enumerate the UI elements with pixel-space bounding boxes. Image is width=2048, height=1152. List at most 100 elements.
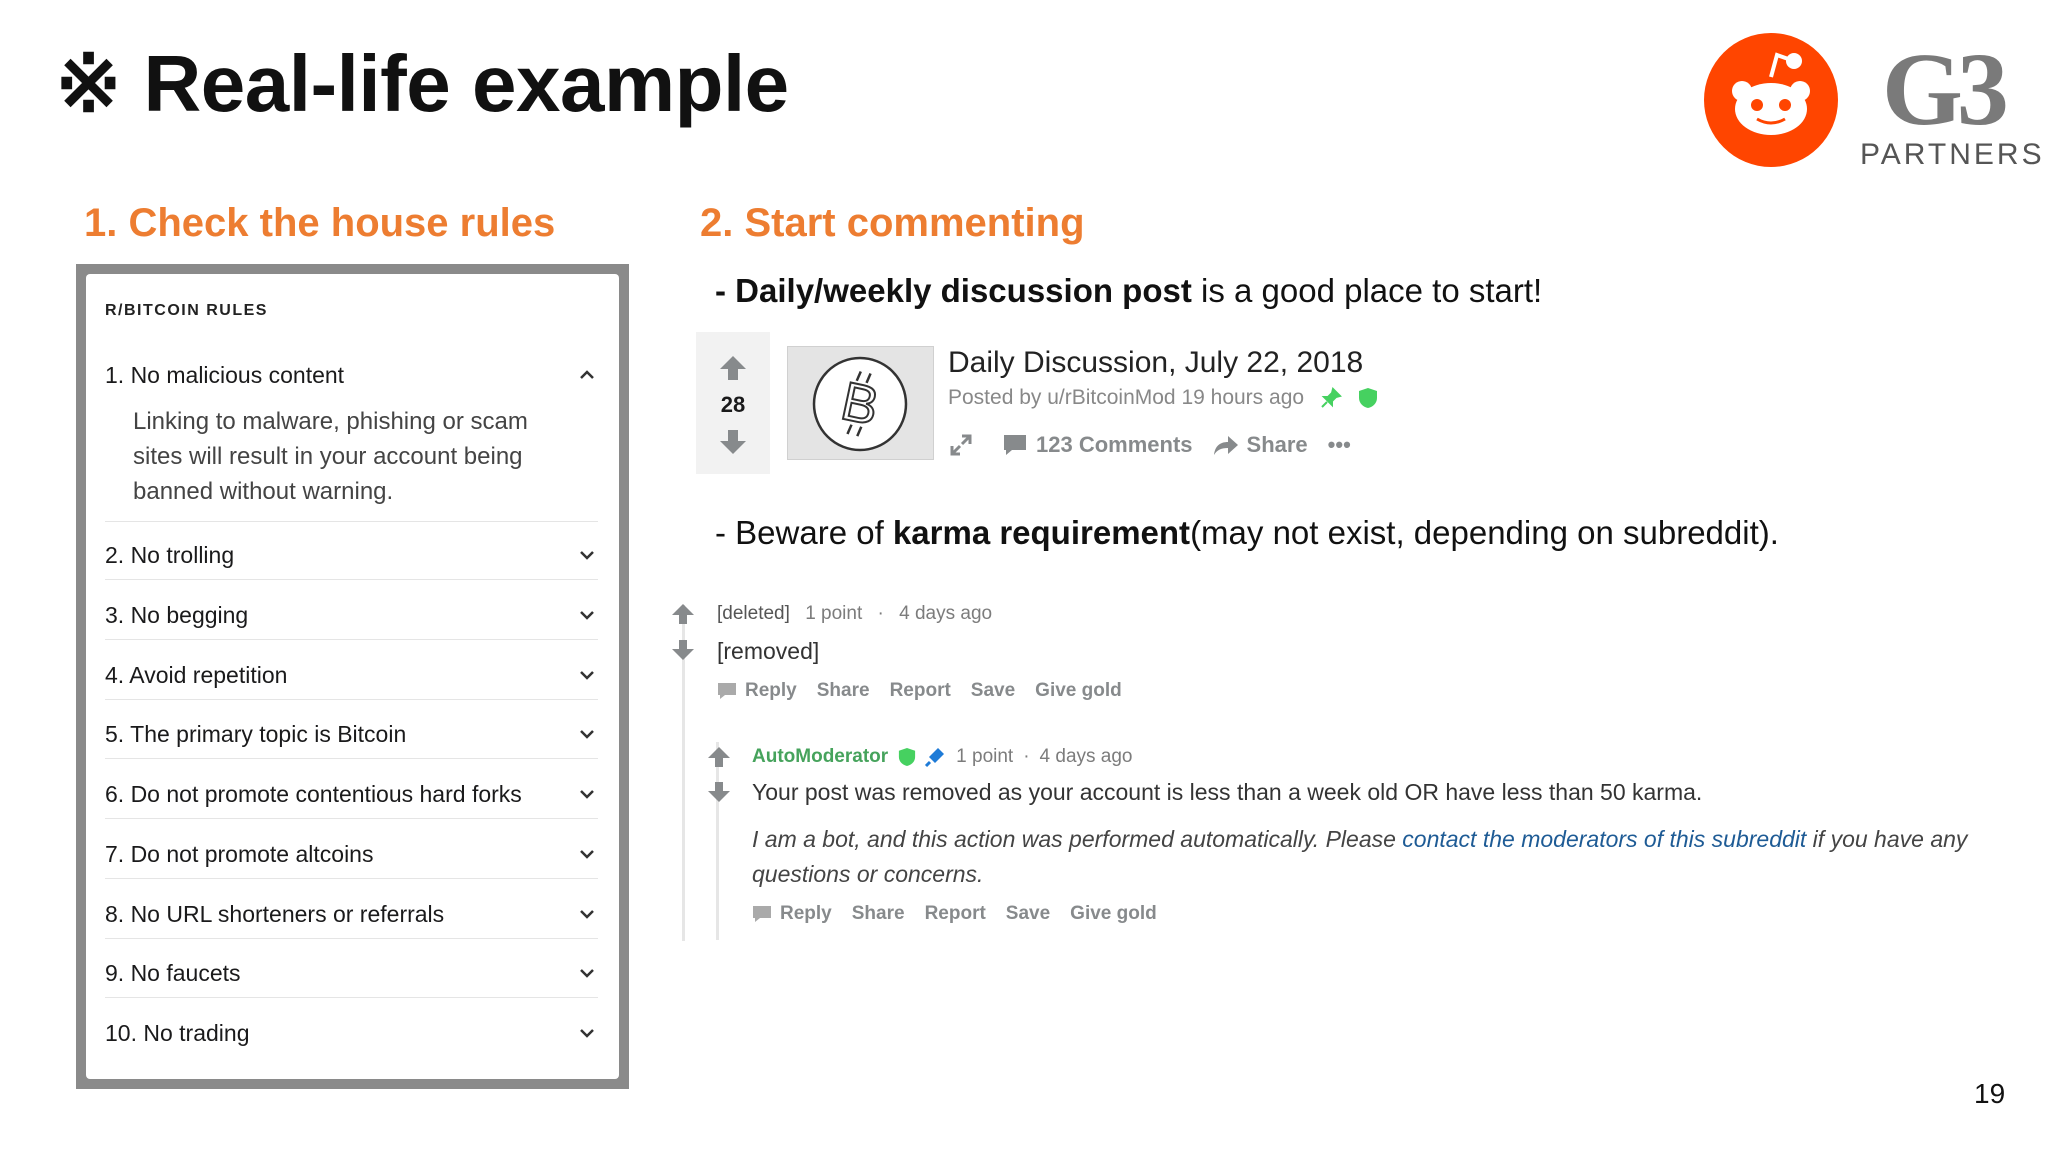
downvote-icon[interactable] xyxy=(718,428,748,456)
bitcoin-icon: B xyxy=(812,356,908,452)
post-score: 28 xyxy=(720,392,746,417)
rule-label: 1. No malicious content xyxy=(105,362,345,388)
nested-thread-line[interactable] xyxy=(716,742,719,940)
comment2-downvote-icon[interactable] xyxy=(706,780,732,804)
section-heading-commenting: 2. Start commenting xyxy=(700,201,1085,245)
comment2-bot-note: I am a bot, and this action was performe… xyxy=(752,822,2012,892)
rule-label: 10. No trading xyxy=(105,1020,250,1046)
save-button[interactable]: Save xyxy=(1006,903,1050,925)
rule-item-2[interactable]: 2. No trolling xyxy=(105,542,598,580)
tip-bold: Daily/weekly discussion post xyxy=(735,272,1192,309)
slide-title: ※ Real-life example xyxy=(55,38,789,130)
tip-rest: is a good place to start! xyxy=(1191,272,1543,309)
more-options-button[interactable]: ••• xyxy=(1328,432,1351,458)
comment1-author: [deleted] xyxy=(717,603,790,624)
rule-item-4[interactable]: 4. Avoid repetition xyxy=(105,662,598,700)
share-icon xyxy=(1213,436,1238,455)
comment1-downvote-icon[interactable] xyxy=(670,638,696,662)
bot-note-prefix: I am a bot, and this action was performe… xyxy=(752,826,1403,852)
reply-button[interactable]: Reply xyxy=(780,903,832,925)
rule-item-10[interactable]: 10. No trading xyxy=(105,1020,598,1057)
chevron-down-icon[interactable] xyxy=(576,544,598,566)
rule-item-3[interactable]: 3. No begging xyxy=(105,602,598,640)
comment2-actions: Reply Share Report Save Give gold xyxy=(752,903,1177,925)
comment2-meta: AutoModerator 1 point · 4 days ago xyxy=(752,746,1133,768)
share-button[interactable]: Share xyxy=(817,680,870,702)
rule-label: 3. No begging xyxy=(105,602,249,628)
g3-mark: G3 xyxy=(1882,32,2009,147)
reply-button[interactable]: Reply xyxy=(745,680,797,702)
rule-label: 8. No URL shorteners or referrals xyxy=(105,901,445,927)
post-actions: 123 Comments Share ••• xyxy=(948,432,1371,458)
chevron-down-icon[interactable] xyxy=(576,604,598,626)
chevron-down-icon[interactable] xyxy=(576,723,598,745)
reference-mark-icon: ※ xyxy=(55,39,122,128)
tip-rest: (may not exist, depending on subreddit). xyxy=(1190,514,1779,551)
reply-icon xyxy=(753,906,771,922)
comment1-upvote-icon[interactable] xyxy=(670,602,696,626)
rule-label: 2. No trolling xyxy=(105,542,235,568)
report-button[interactable]: Report xyxy=(925,903,986,925)
comment2-points: 1 point xyxy=(956,746,1014,767)
chevron-down-icon[interactable] xyxy=(576,962,598,984)
tip-prefix: - xyxy=(715,272,736,309)
rule-item-5[interactable]: 5. The primary topic is Bitcoin xyxy=(105,721,598,759)
comment1-points: 1 point xyxy=(805,603,863,624)
comment1-body: [removed] xyxy=(717,638,820,664)
chevron-down-icon[interactable] xyxy=(576,843,598,865)
comment-icon xyxy=(1004,435,1026,455)
tip-prefix: - Beware of xyxy=(715,514,893,551)
post-title[interactable]: Daily Discussion, July 22, 2018 xyxy=(948,346,1363,380)
post-meta-text: Posted by u/rBitcoinMod 19 hours ago xyxy=(948,386,1305,409)
page-number: 19 xyxy=(1974,1078,2006,1109)
chevron-up-icon[interactable] xyxy=(576,364,598,386)
expand-button[interactable] xyxy=(948,432,982,458)
more-options-icon: ••• xyxy=(1327,432,1351,457)
upvote-icon[interactable] xyxy=(718,354,748,382)
rule-item-7[interactable]: 7. Do not promote altcoins xyxy=(105,841,598,879)
rules-screenshot-frame: R/BITCOIN RULES 1. No malicious content … xyxy=(76,264,629,1089)
comment2-author[interactable]: AutoModerator xyxy=(752,746,888,768)
rules-panel-title: R/BITCOIN RULES xyxy=(105,302,268,319)
comment2-upvote-icon[interactable] xyxy=(706,745,732,769)
chevron-down-icon[interactable] xyxy=(576,783,598,805)
moderator-shield-icon xyxy=(1358,388,1377,409)
report-button[interactable]: Report xyxy=(890,680,951,702)
comment1-meta: [deleted] 1 point · 4 days ago xyxy=(717,603,992,625)
comments-button[interactable]: 123 Comments xyxy=(1002,432,1193,458)
moderator-shield-icon xyxy=(899,748,916,766)
rule-label: 4. Avoid repetition xyxy=(105,662,288,688)
rule-item-9[interactable]: 9. No faucets xyxy=(105,960,598,998)
chevron-down-icon[interactable] xyxy=(576,1022,598,1044)
comment2-body: Your post was removed as your account is… xyxy=(752,779,1703,805)
post-thumbnail[interactable]: B xyxy=(787,346,934,460)
microphone-icon xyxy=(925,748,945,768)
give-gold-button[interactable]: Give gold xyxy=(1070,903,1157,925)
contact-moderators-link[interactable]: contact the moderators of this subreddit xyxy=(1402,826,1806,852)
chevron-down-icon[interactable] xyxy=(576,664,598,686)
rule-item-8[interactable]: 8. No URL shorteners or referrals xyxy=(105,901,598,939)
rule-description: Linking to malware, phishing or scam sit… xyxy=(133,408,528,505)
post-vote-column: 28 xyxy=(696,332,770,474)
reddit-alien-icon xyxy=(1732,52,1810,135)
comment1-actions: Reply Share Report Save Give gold xyxy=(717,680,1142,702)
comment2-age: 4 days ago xyxy=(1039,746,1133,767)
meta-separator: · xyxy=(1023,746,1030,767)
comments-count: 123 Comments xyxy=(1036,432,1193,457)
rules-card: R/BITCOIN RULES 1. No malicious content … xyxy=(86,274,619,1079)
share-button[interactable]: Share xyxy=(1213,432,1308,458)
chevron-down-icon[interactable] xyxy=(576,903,598,925)
meta-separator: · xyxy=(877,603,884,624)
save-button[interactable]: Save xyxy=(971,680,1015,702)
rule-label: 9. No faucets xyxy=(105,960,241,986)
rule-item-6[interactable]: 6. Do not promote contentious hard forks xyxy=(105,781,598,819)
slide-title-text: Real-life example xyxy=(143,39,790,128)
rule-item-1[interactable]: 1. No malicious content Linking to malwa… xyxy=(105,362,598,522)
reply-icon xyxy=(718,683,736,699)
pin-icon xyxy=(1321,387,1342,409)
tip-bold: karma requirement xyxy=(892,514,1191,551)
rule-label: 5. The primary topic is Bitcoin xyxy=(105,721,407,747)
post-meta: Posted by u/rBitcoinMod 19 hours ago xyxy=(948,386,1378,410)
share-button[interactable]: Share xyxy=(852,903,905,925)
give-gold-button[interactable]: Give gold xyxy=(1035,680,1122,702)
